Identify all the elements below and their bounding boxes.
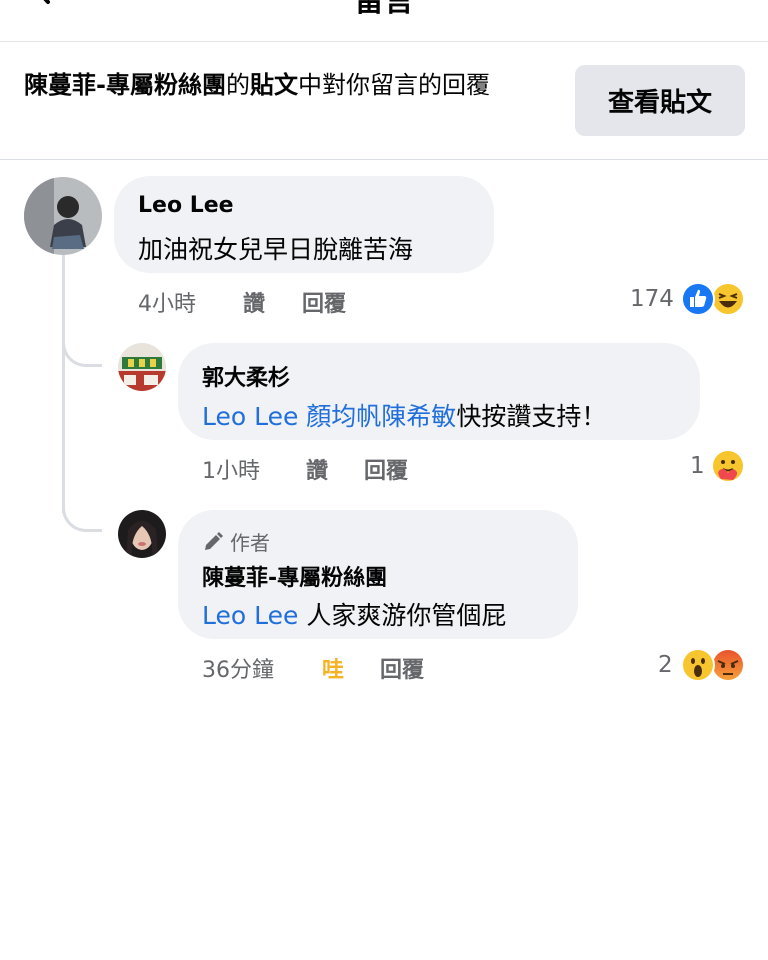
avatar[interactable]	[118, 510, 166, 558]
comment-text-body: 人家爽游你管個屁	[306, 601, 507, 630]
avatar[interactable]	[24, 177, 102, 255]
reply-button[interactable]: 回覆	[364, 453, 408, 485]
reaction-count[interactable]: 174	[630, 286, 674, 312]
reaction-button[interactable]: 哇	[322, 652, 344, 684]
comment-text: 加油祝女兒早日脫離苦海	[138, 235, 414, 264]
reaction-count[interactable]: 2	[658, 652, 673, 678]
comment-author[interactable]: 郭大柔杉	[202, 360, 290, 392]
view-post-button[interactable]: 查看貼文	[575, 65, 745, 136]
like-icon	[681, 282, 715, 316]
author-badge: 作者	[202, 527, 270, 556]
comment-text: Leo Lee 人家爽游你管個屁	[202, 596, 506, 632]
comment-text: Leo Lee 顏均帆陳希敏快按讚支持！	[202, 397, 606, 433]
reply-bubble[interactable]: 作者 陳蔓菲-專屬粉絲團 Leo Lee 人家爽游你管個屁	[178, 510, 578, 639]
comment-author[interactable]: Leo Lee	[138, 193, 234, 218]
reply-context-banner: 陳蔓菲-專屬粉絲團的貼文中對你留言的回覆 查看貼文	[0, 42, 768, 160]
wow-icon	[681, 648, 715, 682]
post-link[interactable]: 貼文	[250, 71, 298, 99]
reply-button[interactable]: 回覆	[380, 652, 424, 684]
author-badge-label: 作者	[230, 531, 270, 555]
comment-author[interactable]: 陳蔓菲-專屬粉絲團	[202, 560, 387, 592]
thread-line-branch	[62, 335, 102, 367]
thread-line	[62, 255, 65, 513]
avatar[interactable]	[118, 343, 166, 391]
comment-time: 36分鐘	[202, 658, 274, 683]
reaction-count[interactable]: 1	[690, 453, 705, 479]
pencil-icon	[205, 531, 223, 550]
reply-button[interactable]: 回覆	[302, 286, 346, 318]
angry-icon	[711, 648, 745, 682]
like-button[interactable]: 讚	[243, 286, 265, 318]
page-title: 留言	[354, 0, 414, 19]
banner-text-part: 的	[225, 71, 250, 99]
banner-text: 陳蔓菲-專屬粉絲團的貼文中對你留言的回覆	[24, 68, 554, 102]
comment-bubble[interactable]: Leo Lee 加油祝女兒早日脫離苦海	[114, 176, 494, 273]
haha-icon	[711, 282, 745, 316]
like-button[interactable]: 讚	[306, 453, 328, 485]
mention-link[interactable]: Leo Lee 顏均帆陳希敏	[202, 402, 456, 431]
top-bar: 留言	[0, 0, 768, 42]
comment-time: 1小時	[202, 459, 260, 484]
banner-text-part: 中對你留言的回覆	[297, 71, 490, 99]
comment-text-body: 快按讚支持！	[456, 402, 607, 431]
page-name-link[interactable]: 陳蔓菲-專屬粉絲團	[24, 71, 226, 99]
mention-link[interactable]: Leo Lee	[202, 601, 298, 630]
comment-time: 4小時	[138, 292, 196, 317]
care-icon	[711, 449, 745, 483]
thread-line-branch	[62, 500, 102, 532]
reply-bubble[interactable]: 郭大柔杉 Leo Lee 顏均帆陳希敏快按讚支持！	[178, 343, 700, 440]
